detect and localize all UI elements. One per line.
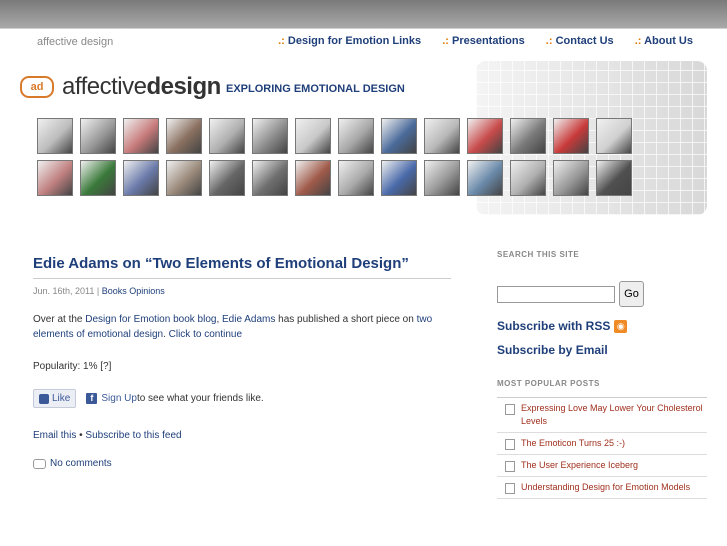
sidebar: SEARCH THIS SITE Go Subscribe with RSS ◉… xyxy=(497,250,707,499)
logo-text: affectivedesign xyxy=(62,73,221,100)
site-name: affective design xyxy=(37,36,114,48)
link-design-for-emotion-blog[interactable]: Design for Emotion book blog xyxy=(85,314,216,325)
post-body: Over at the Design for Emotion book blog… xyxy=(33,314,433,340)
header-photo-thumb xyxy=(80,160,116,196)
list-item: The Emoticon Turns 25 :-) xyxy=(497,433,707,455)
list-item: Expressing Love May Lower Your Cholester… xyxy=(497,398,707,433)
header-photo-thumb xyxy=(467,118,503,154)
header-photo-thumb xyxy=(553,118,589,154)
header-photo-thumb xyxy=(209,160,245,196)
header-photo-thumb xyxy=(596,118,632,154)
search-heading: SEARCH THIS SITE xyxy=(497,250,580,259)
header-photo-thumb xyxy=(252,160,288,196)
comment-bubble-icon xyxy=(33,458,46,469)
popular-posts-heading: MOST POPULAR POSTS xyxy=(497,379,600,388)
link-edie-adams[interactable]: Edie Adams xyxy=(222,314,275,325)
nav-presentations[interactable]: .: Presentations xyxy=(442,35,525,47)
header-photo-thumb xyxy=(166,160,202,196)
no-comments-link[interactable]: No comments xyxy=(50,458,112,469)
document-icon xyxy=(505,404,515,415)
email-this-link[interactable]: Email this xyxy=(33,430,76,441)
post-popularity: Popularity: 1% [?] xyxy=(33,361,112,372)
popular-posts-list: Expressing Love May Lower Your Cholester… xyxy=(497,397,707,499)
document-icon xyxy=(505,483,515,494)
post-comments: No comments xyxy=(33,458,112,469)
search-go-button[interactable]: Go xyxy=(619,281,644,307)
header-photo-thumb xyxy=(381,118,417,154)
nav-design-for-emotion-links[interactable]: .: Design for Emotion Links xyxy=(278,35,421,47)
header-photo-thumb xyxy=(123,160,159,196)
header-photo-thumb xyxy=(295,118,331,154)
header-photo-thumb xyxy=(510,160,546,196)
list-item: The User Experience Iceberg xyxy=(497,455,707,477)
header-photo-thumb xyxy=(209,118,245,154)
header-photo-thumb xyxy=(381,160,417,196)
header-photo-thumb xyxy=(424,118,460,154)
header-photo-thumb xyxy=(553,160,589,196)
thumbs-up-icon xyxy=(39,393,49,404)
document-icon xyxy=(505,461,515,472)
header-photo-thumb xyxy=(123,118,159,154)
browser-top-bar xyxy=(0,0,727,28)
search-form: Go xyxy=(497,281,707,307)
header-photo-thumb xyxy=(338,118,374,154)
header-photo-thumb xyxy=(37,160,73,196)
logo-mark: ad xyxy=(20,76,54,98)
subscribe-rss-link[interactable]: Subscribe with RSS ◉ xyxy=(497,319,707,333)
post-categories[interactable]: Books Opinions xyxy=(102,286,165,296)
site-logo[interactable]: ad affectivedesign xyxy=(20,72,221,102)
header-photo-thumb xyxy=(596,160,632,196)
rss-icon: ◉ xyxy=(614,319,628,333)
header-photo-thumb xyxy=(80,118,116,154)
facebook-signup-link[interactable]: Sign Up xyxy=(101,393,137,404)
top-nav: .: Design for Emotion Links .: Presentat… xyxy=(260,35,693,47)
nav-about-us[interactable]: .: About Us xyxy=(635,35,693,47)
link-click-to-continue[interactable]: Click to continue xyxy=(169,329,242,340)
subscribe-feed-link[interactable]: Subscribe to this feed xyxy=(85,430,181,441)
list-item: Understanding Design for Emotion Models xyxy=(497,477,707,499)
site-tagline: EXPLORING EMOTIONAL DESIGN xyxy=(226,83,405,95)
post-date: Jun. 16th, 2011 | xyxy=(33,286,102,296)
header-photo-thumb xyxy=(467,160,503,196)
document-icon xyxy=(505,439,515,450)
post-meta: Jun. 16th, 2011 | Books Opinions xyxy=(33,286,165,296)
facebook-like-button[interactable]: Like xyxy=(33,389,77,408)
facebook-like-row: Like f Sign Up to see what your friends … xyxy=(33,389,264,408)
post-title[interactable]: Edie Adams on “Two Elements of Emotional… xyxy=(33,255,451,279)
header-photo-thumb xyxy=(295,160,331,196)
header-photo-thumb xyxy=(510,118,546,154)
header-photo-thumb xyxy=(37,118,73,154)
facebook-icon: f xyxy=(86,393,98,404)
post-actions: Email this • Subscribe to this feed xyxy=(33,430,182,441)
header-photo-thumb xyxy=(338,160,374,196)
header-photo-thumb xyxy=(166,118,202,154)
nav-contact-us[interactable]: .: Contact Us xyxy=(546,35,614,47)
subscribe-email-link[interactable]: Subscribe by Email xyxy=(497,343,707,357)
header-photo-thumb xyxy=(252,118,288,154)
header-photo-thumb xyxy=(424,160,460,196)
search-input[interactable] xyxy=(497,285,615,303)
